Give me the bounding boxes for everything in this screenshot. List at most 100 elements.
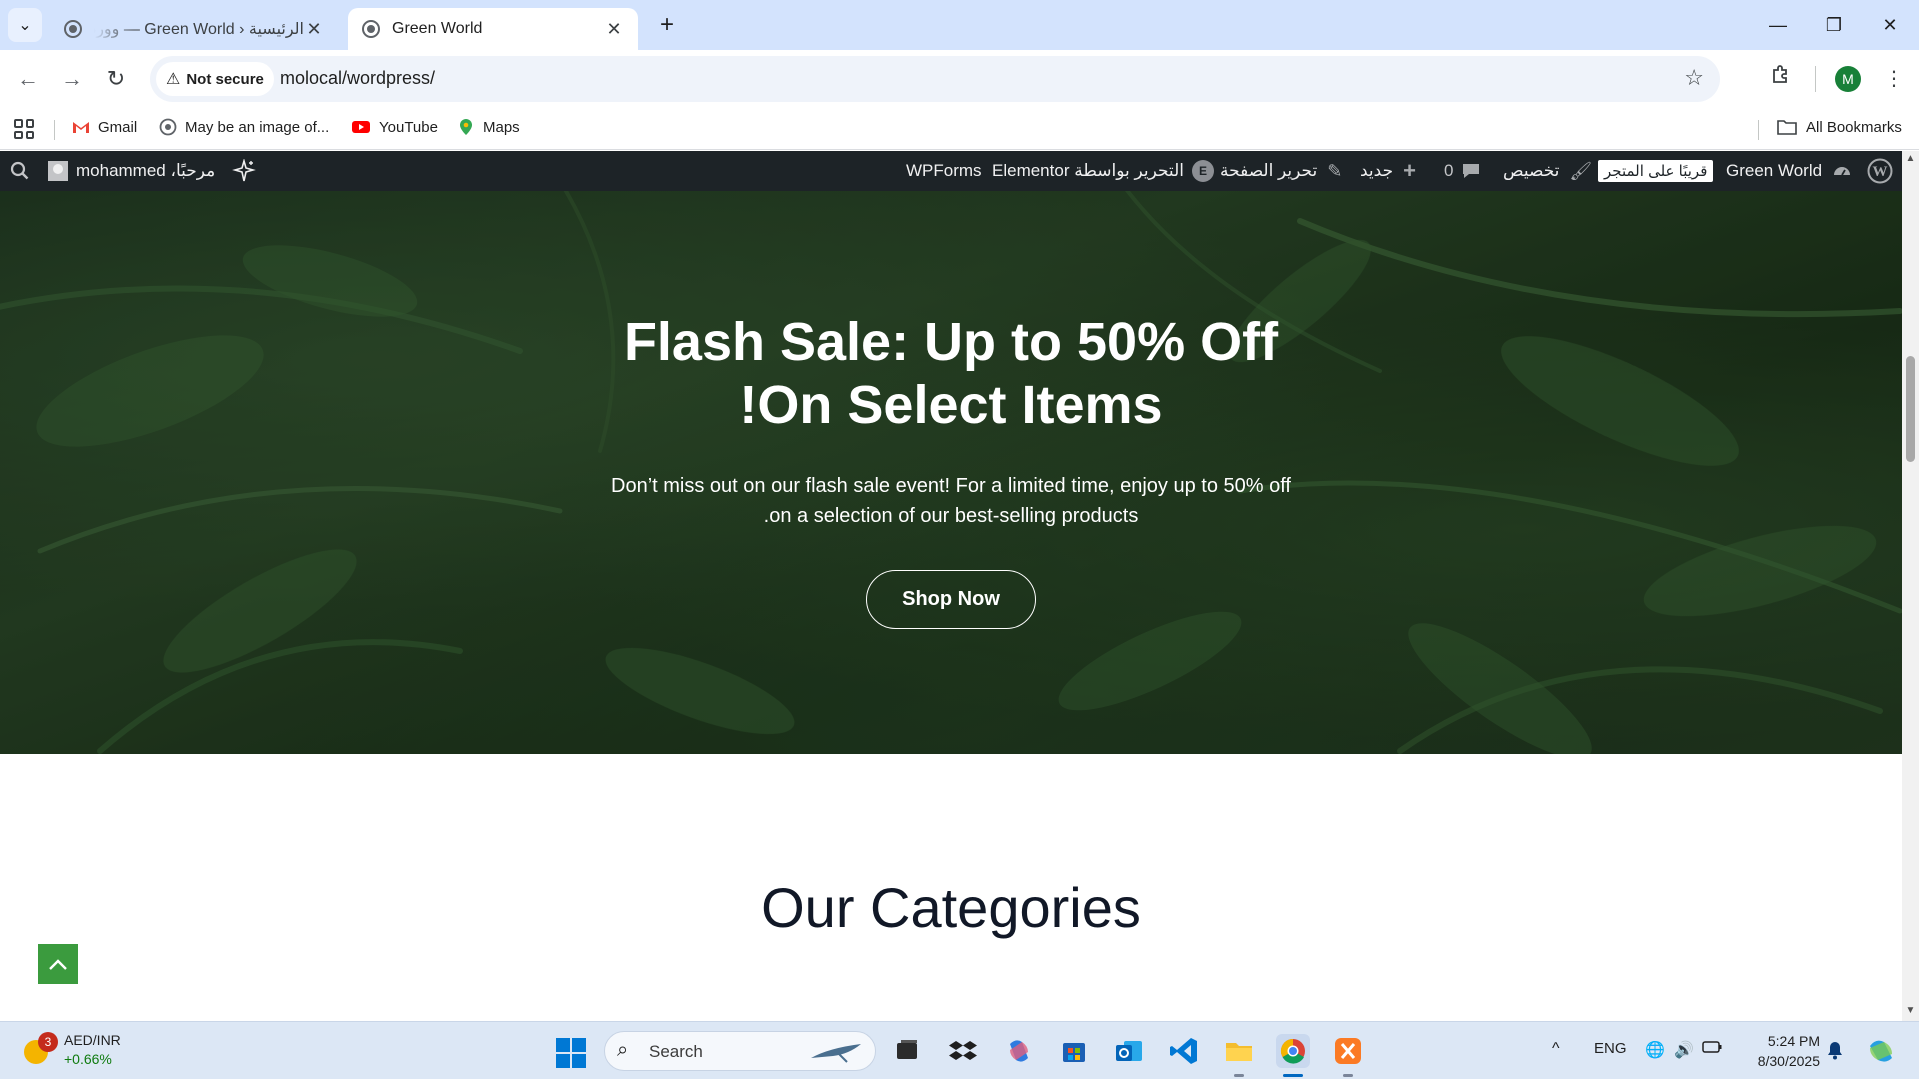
coming-soon-badge[interactable]: قريبًا على المتجر (1598, 151, 1714, 191)
microsoft-store-icon[interactable] (1057, 1034, 1091, 1068)
back-button[interactable]: ← (12, 63, 44, 95)
globe-icon (362, 20, 380, 38)
bookmark-image[interactable]: May be an image of... (159, 118, 329, 136)
restore-button[interactable]: ❐ (1814, 8, 1854, 42)
page-viewport: Flash Sale: Up to 50% Off !On Select Ite… (0, 191, 1902, 1021)
scroll-down-arrow-icon[interactable]: ▼ (1905, 1005, 1916, 1016)
bookmark-label: Maps (483, 118, 520, 136)
close-window-button[interactable]: ✕ (1870, 8, 1910, 42)
edit-page-label: تحرير الصفحة (1220, 161, 1318, 180)
maps-icon (460, 119, 472, 135)
sparkle-icon[interactable] (232, 151, 256, 191)
new-tab-button[interactable]: + (652, 10, 682, 40)
bookmark-youtube[interactable]: YouTube (351, 118, 438, 136)
battery-icon[interactable] (1702, 1040, 1722, 1059)
new-content[interactable]: جديد + (1360, 151, 1416, 191)
url-text[interactable]: molocal/wordpress/ (280, 68, 435, 89)
bookmarks-bar: Gmail May be an image of... YouTube Maps… (0, 108, 1919, 150)
hero-banner: Flash Sale: Up to 50% Off !On Select Ite… (0, 191, 1902, 754)
widgets-button[interactable]: 3 (20, 1030, 60, 1070)
profile-avatar[interactable]: M (1835, 66, 1861, 92)
close-tab-icon[interactable]: ✕ (304, 19, 324, 40)
wpforms-menu[interactable]: WPForms (906, 151, 982, 191)
browser-toolbar: ← → ↻ ⚠ Not secure molocal/wordpress/ ☆ … (0, 50, 1919, 108)
close-tab-icon[interactable]: ✕ (604, 19, 624, 40)
browser-tab-strip: ⌄ الرئيسية ‹ Green World — ووردبريس ✕ Gr… (0, 0, 1919, 50)
stock-ticker[interactable]: AED/INR +0.66% (64, 1031, 121, 1069)
system-clock[interactable]: 5:24 PM 8/30/2025 (1740, 1031, 1820, 1071)
ticker-symbol: AED/INR (64, 1032, 121, 1048)
hero-text-line: Don’t miss out on our flash sale event! … (611, 475, 1291, 497)
user-avatar (48, 161, 68, 181)
volume-icon[interactable]: 🔊 (1674, 1040, 1694, 1060)
tab-search-button[interactable]: ⌄ (8, 8, 42, 42)
hero-description: Don’t miss out on our flash sale event! … (0, 471, 1902, 531)
search-icon: ⌕ (617, 1039, 629, 1061)
site-info-chip[interactable]: ⚠ Not secure (156, 62, 274, 96)
bookmark-star-icon[interactable]: ☆ (1684, 65, 1704, 91)
task-view-icon[interactable] (890, 1034, 924, 1068)
forward-button[interactable]: → (56, 63, 88, 95)
folder-icon (1777, 120, 1797, 135)
wordpress-logo-icon[interactable]: W (1867, 151, 1893, 191)
taskbar-search[interactable]: ⌕ Search (604, 1031, 876, 1071)
admin-search-icon[interactable] (10, 151, 30, 191)
bookmark-gmail[interactable]: Gmail (72, 118, 137, 136)
tab-title: Green World (392, 20, 483, 37)
notification-badge: 3 (38, 1032, 58, 1052)
network-icon[interactable]: 🌐 (1645, 1040, 1665, 1060)
copilot-icon[interactable] (1002, 1034, 1036, 1068)
site-name-label: Green World (1726, 161, 1823, 180)
dropbox-icon[interactable] (946, 1034, 980, 1068)
minimize-button[interactable]: — (1758, 8, 1798, 42)
comment-icon (1463, 164, 1480, 178)
clock-date: 8/30/2025 (1757, 1053, 1820, 1069)
extensions-icon[interactable] (1765, 63, 1797, 95)
outlook-icon[interactable] (1112, 1034, 1146, 1068)
vscode-icon[interactable] (1167, 1034, 1201, 1068)
xampp-icon[interactable] (1331, 1034, 1365, 1068)
edit-with-elementor[interactable]: التحرير بواسطة Elementor E (992, 151, 1214, 191)
greeting-label: مرحبًا، mohammed (76, 161, 216, 180)
apps-grid-icon[interactable] (14, 119, 34, 139)
coming-soon-label: قريبًا على المتجر (1598, 160, 1714, 182)
chrome-icon[interactable] (1276, 1034, 1310, 1068)
scrollbar-thumb[interactable] (1906, 356, 1915, 462)
edit-page[interactable]: تحرير الصفحة ✎ (1220, 151, 1342, 191)
comments-count: 0 (1444, 161, 1454, 180)
warning-icon: ⚠ (166, 71, 181, 88)
reload-button[interactable]: ↻ (100, 63, 132, 95)
bookmark-label: Gmail (98, 118, 138, 136)
copilot-preview-icon[interactable] (1864, 1034, 1898, 1073)
page-scrollbar[interactable]: ▲ ▼ (1902, 151, 1919, 1021)
tab-wordpress-admin[interactable]: الرئيسية ‹ Green World — ووردبريس ✕ (50, 8, 338, 50)
scroll-up-arrow-icon[interactable]: ▲ (1905, 153, 1916, 164)
notifications-bell-icon[interactable] (1826, 1040, 1844, 1065)
comments[interactable]: 0 (1444, 151, 1481, 191)
my-account[interactable]: مرحبًا، mohammed (48, 151, 215, 191)
tab-green-world[interactable]: Green World ✕ (348, 8, 638, 50)
site-name-menu[interactable]: Green World (1726, 151, 1852, 191)
customize[interactable]: تخصيص 🖌 (1503, 151, 1592, 191)
hero-title-line: Flash Sale: Up to 50% Off (623, 312, 1279, 372)
bookmark-label: YouTube (379, 118, 438, 136)
language-indicator[interactable]: ENG (1594, 1040, 1627, 1057)
bookmark-maps[interactable]: Maps (457, 118, 520, 136)
scroll-to-top-button[interactable] (38, 944, 78, 984)
all-bookmarks[interactable]: All Bookmarks (1776, 118, 1902, 136)
ticker-change: +0.66% (64, 1051, 112, 1067)
elementor-icon: E (1191, 160, 1214, 182)
start-button[interactable] (556, 1038, 586, 1068)
shop-now-button[interactable]: Shop Now (866, 570, 1036, 629)
address-bar[interactable]: ⚠ Not secure molocal/wordpress/ ☆ (150, 56, 1720, 102)
menu-icon[interactable]: ⋮ (1878, 63, 1910, 95)
brush-icon: 🖌 (1569, 160, 1593, 181)
show-hidden-icons-icon[interactable]: ^ (1552, 1040, 1560, 1058)
youtube-icon (352, 121, 370, 133)
hero-title-line: !On Select Items (739, 375, 1163, 435)
bookmark-divider (54, 120, 55, 140)
file-explorer-icon[interactable] (1222, 1034, 1256, 1068)
customize-label: تخصيص (1503, 161, 1560, 180)
toolbar-divider (1815, 66, 1816, 92)
globe-icon (159, 118, 177, 136)
